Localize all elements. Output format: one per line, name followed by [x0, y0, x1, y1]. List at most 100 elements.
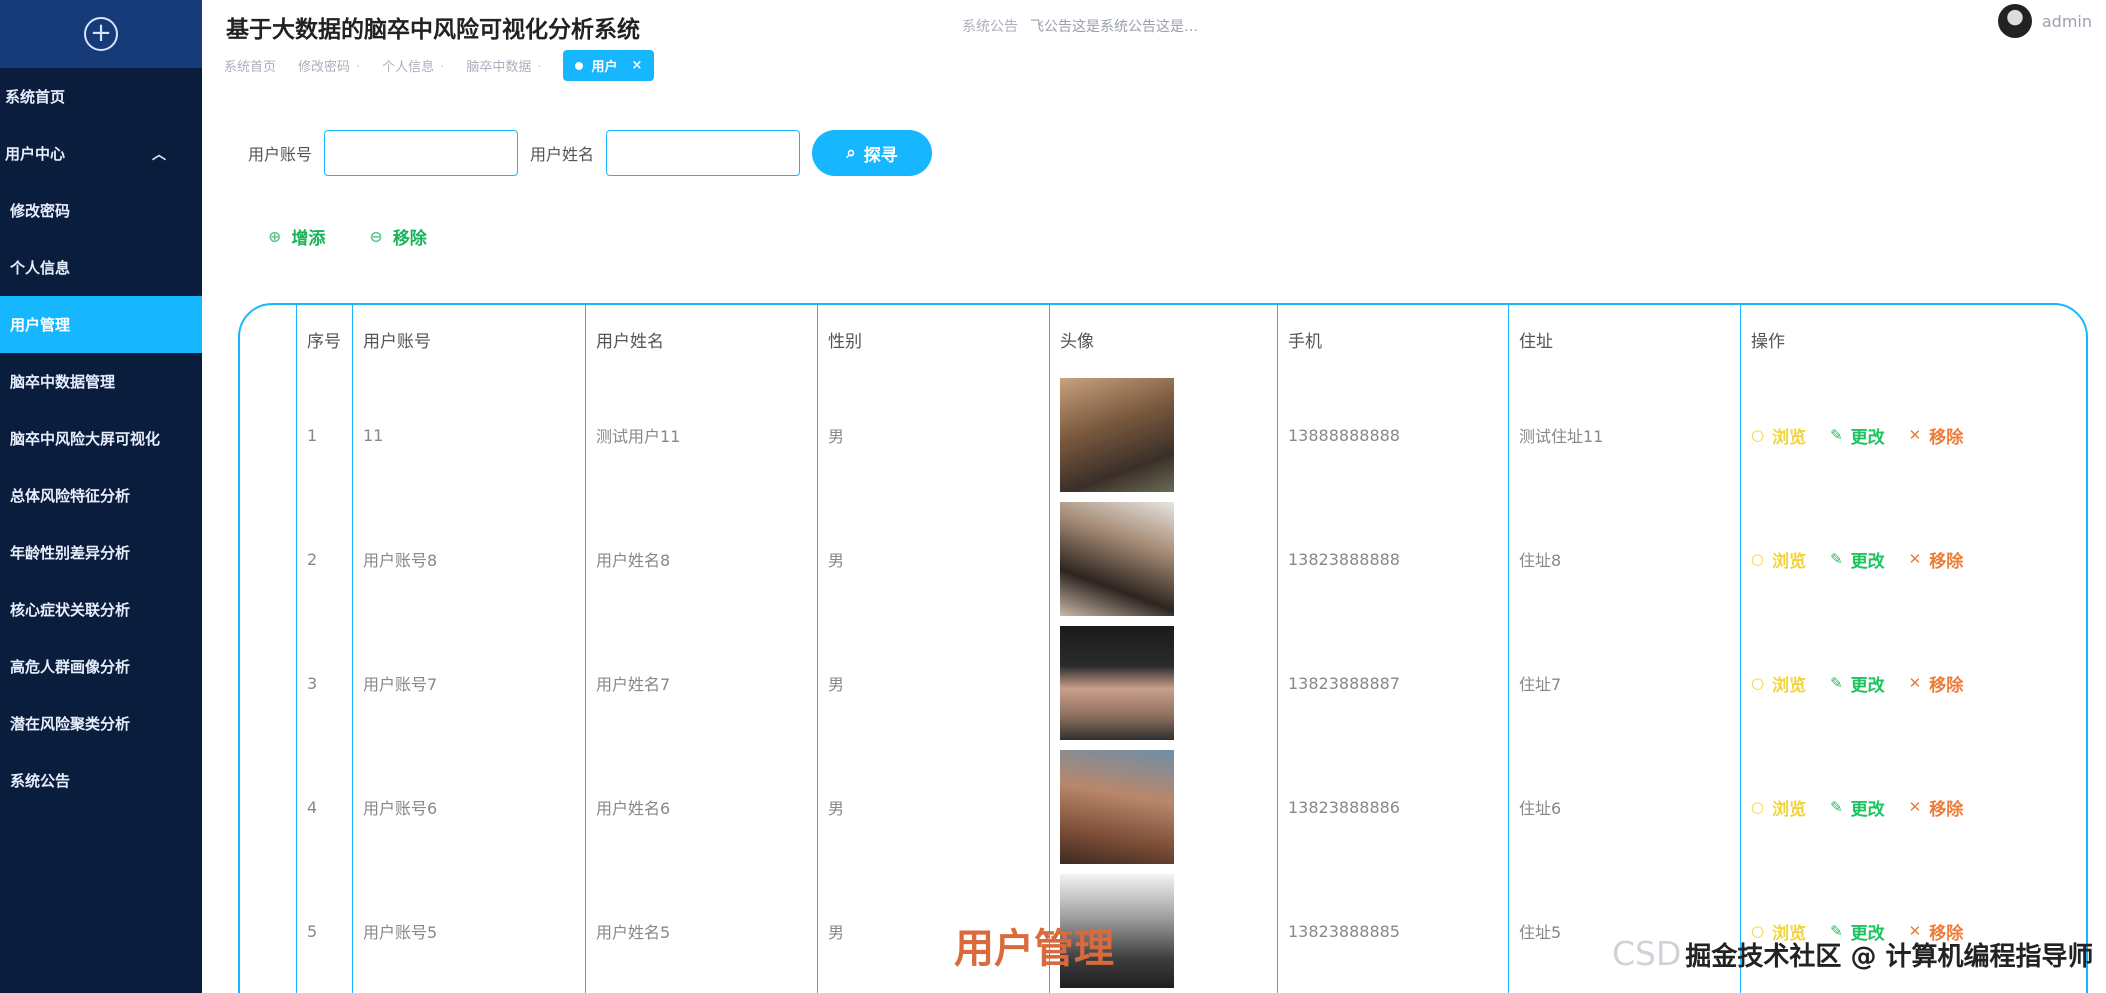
- cell-photo: [1049, 497, 1278, 621]
- user-photo: [1060, 378, 1174, 492]
- tab-user[interactable]: 用户 ×: [563, 50, 655, 81]
- view-label: 浏览: [1772, 799, 1807, 820]
- account-input[interactable]: [324, 130, 519, 176]
- tab-stroke-data[interactable]: 脑卒中数据 ·: [466, 56, 541, 75]
- user-photo: [1060, 750, 1174, 864]
- add-label: 增添: [291, 229, 326, 249]
- close-icon: ✕: [1908, 550, 1922, 568]
- sidebar-item-notice[interactable]: 系统公告: [0, 752, 202, 809]
- cell-photo: [1049, 745, 1278, 869]
- cell-sex: 男: [817, 745, 1050, 869]
- view-label: 浏览: [1772, 675, 1807, 696]
- cell-name: 测试用户11: [585, 373, 818, 497]
- page-title: 基于大数据的脑卒中风险可视化分析系统: [226, 17, 640, 43]
- sidebar-item-high-risk[interactable]: 高危人群画像分析: [0, 638, 202, 695]
- cell-account: 用户账号5: [352, 869, 586, 993]
- sidebar-item-label: 脑卒中风险大屏可视化: [10, 430, 161, 448]
- table-row: 5 用户账号5 用户姓名5 男 13823888885 住址5 ○ 浏览 ✎ 更改 …: [296, 869, 2081, 993]
- sidebar-item-user-management[interactable]: 用户管理: [0, 296, 202, 353]
- sidebar-item-big-screen[interactable]: 脑卒中风险大屏可视化: [0, 410, 202, 467]
- user-menu[interactable]: admin: [1997, 4, 2092, 38]
- row-actions: ○ 浏览 ✎ 更改 ✕ 移除: [1751, 547, 2081, 572]
- system-notice[interactable]: 系统公告 飞公告这是系统公告这是…: [962, 16, 1198, 36]
- sidebar-item-label: 潜在风险聚类分析: [10, 715, 131, 733]
- sidebar-item-user-center[interactable]: 用户中心 ︿: [0, 125, 202, 182]
- header-phone: 手机: [1277, 305, 1509, 373]
- cell-sex: 男: [817, 621, 1050, 745]
- cell-account: 用户账号6: [352, 745, 586, 869]
- delete-button[interactable]: ✕ 移除: [1909, 671, 1964, 696]
- tab-profile[interactable]: 个人信息 ·: [382, 56, 444, 75]
- sidebar-item-change-password[interactable]: 修改密码: [0, 182, 202, 239]
- view-button[interactable]: ○ 浏览: [1751, 423, 1806, 448]
- watermark: CSD 掘金技术社区 @ 计算机编程指导师: [1612, 934, 2092, 973]
- cell-seq: 4: [296, 745, 353, 869]
- name-label: 用户姓名: [530, 145, 595, 164]
- sidebar-item-stroke-data[interactable]: 脑卒中数据管理: [0, 353, 202, 410]
- sidebar-item-overall-risk[interactable]: 总体风险特征分析: [0, 467, 202, 524]
- sidebar-item-home[interactable]: 系统首页: [0, 68, 202, 125]
- view-label: 浏览: [1772, 551, 1807, 572]
- sidebar-item-label: 系统公告: [10, 772, 71, 790]
- user-table-container: 序号 用户账号 用户姓名 性别 头像 手机 住址 操作 1 11 测试用户11 …: [238, 303, 2088, 993]
- delete-button[interactable]: ✕ 移除: [1909, 547, 1964, 572]
- view-button[interactable]: ○ 浏览: [1751, 547, 1806, 572]
- active-dot-icon: [575, 61, 584, 70]
- cell-address: 住址5: [1508, 869, 1741, 993]
- table-row: 2 用户账号8 用户姓名8 男 13823888888 住址8 ○ 浏览 ✎ 更改 …: [296, 497, 2081, 621]
- search-button[interactable]: ⌕ 探寻: [812, 130, 933, 176]
- edit-button[interactable]: ✎ 更改: [1830, 547, 1885, 572]
- plus-circle-icon[interactable]: +: [84, 17, 118, 51]
- cell-account: 11: [352, 373, 586, 497]
- sidebar-item-label: 高危人群画像分析: [10, 658, 131, 676]
- sidebar: + 系统首页 用户中心 ︿ 修改密码 个人信息 用户管理 脑卒中数据管理 脑卒中风…: [0, 0, 202, 993]
- edit-button[interactable]: ✎ 更改: [1830, 795, 1885, 820]
- cell-phone: 13823888888: [1277, 497, 1509, 621]
- breadcrumb: 系统首页 修改密码 · 个人信息 · 脑卒中数据 · 用户 ×: [224, 50, 655, 81]
- view-button[interactable]: ○ 浏览: [1751, 795, 1806, 820]
- cell-phone: 13823888885: [1277, 869, 1509, 993]
- watermark-text: 掘金技术社区 @ 计算机编程指导师: [1685, 942, 2092, 972]
- cell-name: 用户姓名6: [585, 745, 818, 869]
- sidebar-item-age-gender[interactable]: 年龄性别差异分析: [0, 524, 202, 581]
- sidebar-item-symptom[interactable]: 核心症状关联分析: [0, 581, 202, 638]
- row-actions: ○ 浏览 ✎ 更改 ✕ 移除: [1751, 671, 2081, 696]
- view-button[interactable]: ○ 浏览: [1751, 671, 1806, 696]
- cell-address: 住址8: [1508, 497, 1741, 621]
- edit-button[interactable]: ✎ 更改: [1830, 671, 1885, 696]
- cell-name: 用户姓名7: [585, 621, 818, 745]
- tab-label: 修改密码: [298, 60, 351, 75]
- cell-account: 用户账号7: [352, 621, 586, 745]
- sidebar-item-label: 总体风险特征分析: [10, 487, 131, 505]
- tab-home[interactable]: 系统首页: [224, 56, 276, 75]
- edit-label: 更改: [1850, 551, 1885, 572]
- minus-circle-icon: ⊖: [369, 227, 383, 246]
- search-button-label: 探寻: [863, 145, 898, 165]
- action-bar: ⊕ 增添 ⊖ 移除: [268, 224, 471, 249]
- delete-button[interactable]: ✕ 移除: [1909, 423, 1964, 448]
- sidebar-item-label: 年龄性别差异分析: [10, 544, 131, 562]
- sidebar-item-profile[interactable]: 个人信息: [0, 239, 202, 296]
- header-ops: 操作: [1740, 305, 2081, 373]
- cell-phone: 13888888888: [1277, 373, 1509, 497]
- search-icon: ○: [1751, 550, 1765, 568]
- table-row: 3 用户账号7 用户姓名7 男 13823888887 住址7 ○ 浏览 ✎ 更改 …: [296, 621, 2081, 745]
- cell-phone: 13823888887: [1277, 621, 1509, 745]
- cell-ops: ○ 浏览 ✎ 更改 ✕ 移除: [1740, 497, 2081, 621]
- delete-label: 移除: [1929, 427, 1964, 448]
- cell-photo: [1049, 621, 1278, 745]
- edit-button[interactable]: ✎ 更改: [1830, 423, 1885, 448]
- name-input[interactable]: [606, 130, 801, 176]
- search-icon: ○: [1751, 798, 1765, 816]
- sidebar-item-label: 系统首页: [5, 88, 66, 106]
- header-address: 住址: [1508, 305, 1741, 373]
- header-sex: 性别: [817, 305, 1050, 373]
- close-icon[interactable]: ×: [632, 58, 643, 73]
- add-button[interactable]: ⊕ 增添: [268, 224, 325, 249]
- row-actions: ○ 浏览 ✎ 更改 ✕ 移除: [1751, 423, 2081, 448]
- delete-button[interactable]: ✕ 移除: [1909, 795, 1964, 820]
- edit-icon: ✎: [1830, 550, 1843, 568]
- sidebar-item-cluster[interactable]: 潜在风险聚类分析: [0, 695, 202, 752]
- remove-button[interactable]: ⊖ 移除: [369, 224, 426, 249]
- tab-change-password[interactable]: 修改密码 ·: [298, 56, 360, 75]
